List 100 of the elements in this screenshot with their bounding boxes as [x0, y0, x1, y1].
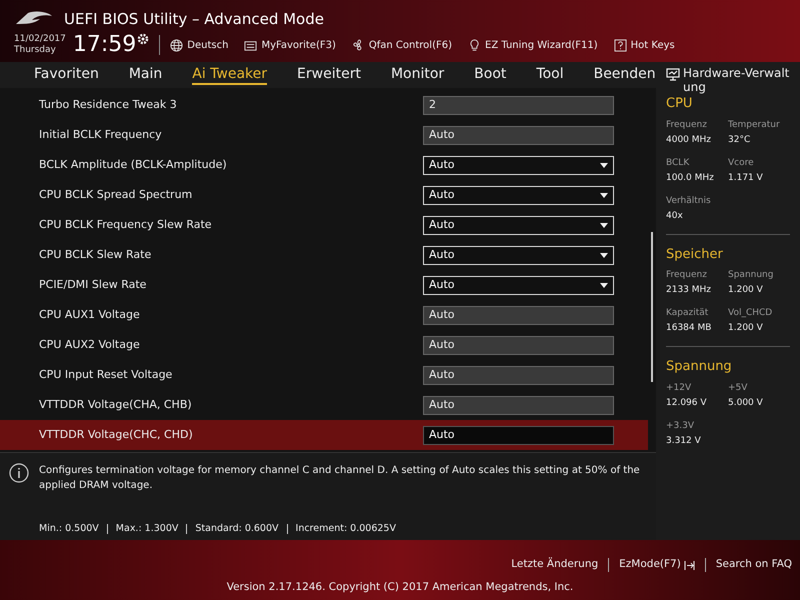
dropdown-field[interactable]: Auto — [423, 246, 614, 264]
dropdown-field[interactable]: Auto — [423, 216, 614, 234]
toolbar-button[interactable]: Deutsch — [170, 38, 228, 52]
setting-row[interactable]: CPU BCLK Frequency Slew Rate Auto — [0, 210, 648, 240]
setting-row[interactable]: PCIE/DMI Slew Rate Auto — [0, 270, 648, 300]
value-field[interactable]: Auto — [423, 426, 614, 444]
panel-title: Hardware-Verwaltung — [683, 66, 790, 94]
stat-label: Frequenz — [666, 269, 708, 282]
setting-row[interactable]: CPU AUX1 Voltage Auto — [0, 300, 648, 330]
menu-tab[interactable]: Erweitert — [297, 65, 361, 85]
setting-label: Turbo Residence Tweak 3 — [39, 96, 178, 113]
setting-label: BCLK Amplitude (BCLK-Amplitude) — [39, 156, 228, 173]
setting-row[interactable]: VTTDDR Voltage(CHA, CHB) Auto — [0, 390, 648, 420]
limit-text: Max.: 1.300V — [116, 522, 178, 536]
exit-icon — [684, 560, 695, 570]
setting-label: VTTDDR Voltage(CHC, CHD) — [39, 426, 194, 443]
stat-label: +12V — [666, 382, 692, 394]
stat-value: 5.000 V — [728, 396, 764, 410]
stat-value: 1.171 V — [728, 172, 764, 184]
stat-label: Temperatur — [728, 118, 781, 132]
setting-row[interactable]: Initial BCLK Frequency Auto — [0, 120, 648, 150]
monitor-icon — [666, 68, 680, 81]
setting-label: PCIE/DMI Slew Rate — [39, 276, 148, 293]
value-field[interactable]: Auto — [423, 126, 614, 144]
limit-text: Increment: 0.00625V — [296, 522, 396, 536]
help-text: Configures termination voltage for memory channel C and channel D. A setting of Auto scales this setting at 50% of the applied DRAM voltage. — [39, 464, 641, 493]
stat-label: Spannung — [728, 269, 774, 282]
stat-label: +3.3V — [666, 420, 696, 432]
menu-tab[interactable]: Boot — [474, 65, 506, 85]
stat-label: Kapazität — [666, 307, 710, 320]
stat-value: 1.200 V — [728, 322, 764, 335]
settings-icon[interactable] — [137, 33, 150, 45]
setting-label: CPU AUX1 Voltage — [39, 306, 141, 323]
globe-icon — [170, 38, 184, 52]
stat-label: Verhältnis — [666, 194, 712, 208]
stat-label: Vcore — [728, 156, 755, 170]
limit-text: Standard: 0.600V — [195, 522, 279, 536]
dropdown-field[interactable]: Auto — [423, 276, 614, 294]
stat-label: +5V — [728, 382, 748, 394]
footer-link[interactable]: Search on FAQ — [716, 557, 792, 573]
dropdown-field[interactable]: Auto — [423, 156, 614, 174]
toolbar-button[interactable]: Hot Keys — [614, 38, 675, 52]
stat-label: Frequenz — [666, 118, 708, 132]
menu-tab[interactable]: Tool — [536, 65, 564, 85]
section-title: Speicher — [666, 246, 724, 264]
stat-value: 4000 MHz — [666, 134, 712, 146]
folder-icon — [244, 38, 258, 52]
weekday-text: Thursday — [14, 45, 57, 56]
setting-row[interactable]: CPU BCLK Spread Spectrum Auto — [0, 180, 648, 210]
dropdown-field[interactable]: Auto — [423, 186, 614, 204]
clock-text: 17:59 — [72, 33, 136, 57]
info-icon — [9, 463, 29, 483]
stat-value: 2133 MHz — [666, 284, 712, 297]
toolbar-button[interactable]: EZ Tuning Wizard(F11) — [468, 38, 598, 52]
toolbar-button[interactable]: Qfan Control(F6) — [352, 38, 452, 52]
value-field[interactable]: Auto — [423, 396, 614, 414]
stat-label: Vol_CHCD — [728, 307, 774, 320]
setting-label: CPU BCLK Slew Rate — [39, 246, 152, 263]
setting-row[interactable]: CPU AUX2 Voltage Auto — [0, 330, 648, 360]
menu-tab[interactable]: Favoriten — [34, 65, 99, 85]
caret-icon — [600, 192, 608, 198]
value-field[interactable]: Auto — [423, 366, 614, 384]
caret-icon — [600, 162, 608, 168]
menu-tab[interactable]: Beenden — [594, 65, 656, 85]
setting-row[interactable]: CPU Input Reset Voltage Auto — [0, 360, 648, 390]
caret-icon — [600, 252, 608, 258]
scrollbar-thumb[interactable] — [651, 232, 653, 382]
stat-label: BCLK — [666, 156, 690, 170]
menu-tab[interactable]: Monitor — [390, 65, 444, 85]
value-field[interactable]: Auto — [423, 306, 614, 324]
stat-value: 40x — [666, 210, 684, 222]
menu-tab[interactable]: Main — [128, 65, 162, 85]
value-field[interactable]: 2 — [423, 96, 614, 114]
stat-value: 3.312 V — [666, 434, 702, 448]
lightbulb-icon — [468, 38, 481, 52]
stat-value: 1.200 V — [728, 284, 764, 297]
setting-label: CPU Input Reset Voltage — [39, 366, 174, 383]
setting-label: CPU AUX2 Voltage — [39, 336, 141, 353]
setting-label: CPU BCLK Spread Spectrum — [39, 186, 194, 203]
setting-row[interactable]: BCLK Amplitude (BCLK-Amplitude) Auto — [0, 150, 648, 180]
value-field[interactable]: Auto — [423, 336, 614, 354]
toolbar-button[interactable]: MyFavorite(F3) — [244, 38, 336, 52]
caret-icon — [600, 282, 608, 288]
setting-row[interactable]: VTTDDR Voltage(CHC, CHD) Auto — [0, 420, 648, 450]
help-icon — [614, 38, 627, 52]
limit-text: Min.: 0.500V — [39, 522, 99, 536]
setting-label: Initial BCLK Frequency — [39, 126, 163, 143]
footer-link[interactable]: Letzte Änderung — [511, 557, 598, 573]
footer-link[interactable]: EzMode(F7) — [619, 557, 695, 573]
setting-row[interactable]: CPU BCLK Slew Rate Auto — [0, 240, 648, 270]
stat-value: 12.096 V — [666, 396, 708, 410]
setting-label: CPU BCLK Frequency Slew Rate — [39, 216, 213, 233]
version-text: Version 2.17.1246. Copyright (C) 2017 American Megatrends, Inc. — [226, 580, 574, 595]
window-title: UEFI BIOS Utility – Advanced Mode — [64, 8, 324, 30]
setting-label: VTTDDR Voltage(CHA, CHB) — [39, 396, 193, 413]
setting-row[interactable]: Turbo Residence Tweak 3 2 — [0, 90, 648, 120]
date-text: 11/02/2017 — [14, 34, 66, 45]
section-title: Spannung — [666, 358, 733, 376]
menu-tab[interactable]: Ai Tweaker — [192, 65, 268, 85]
caret-icon — [600, 222, 608, 228]
